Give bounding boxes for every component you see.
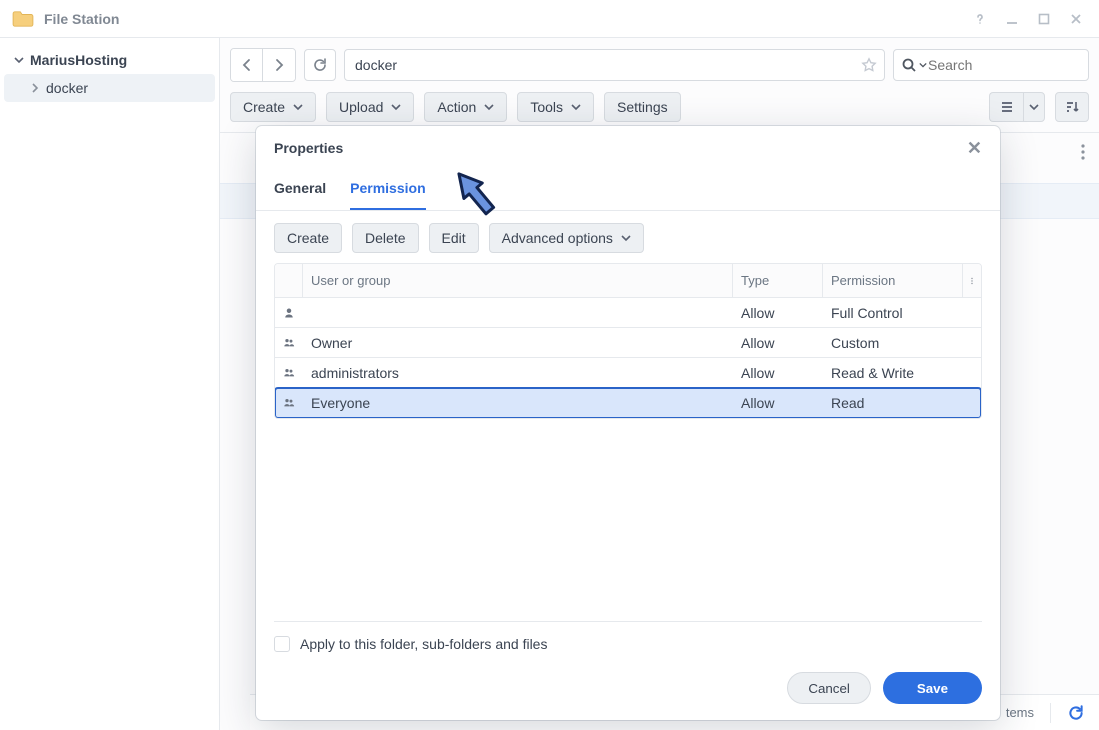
cancel-button[interactable]: Cancel: [787, 672, 871, 704]
perm-edit-button[interactable]: Edit: [429, 223, 479, 253]
col-permission[interactable]: Permission: [823, 264, 963, 297]
permission-table: User or group Type Permission AllowFull …: [274, 263, 982, 419]
dialog-overlay: Properties ✕ General Permission Create D…: [0, 0, 1099, 730]
row-permission: Custom: [823, 335, 963, 351]
tab-permission[interactable]: Permission: [350, 170, 425, 210]
group-icon: [275, 395, 303, 411]
perm-delete-button[interactable]: Delete: [352, 223, 418, 253]
row-user-name: administrators: [303, 365, 733, 381]
row-permission: Read: [823, 395, 963, 411]
permission-table-header: User or group Type Permission: [275, 264, 981, 298]
row-type: Allow: [733, 305, 823, 321]
permission-row[interactable]: OwnerAllowCustom: [275, 328, 981, 358]
group-icon: [275, 365, 303, 381]
perm-advanced-button[interactable]: Advanced options: [489, 223, 644, 253]
row-permission: Full Control: [823, 305, 963, 321]
apply-recursive-checkbox[interactable]: [274, 636, 290, 652]
permission-row[interactable]: EveryoneAllowRead: [275, 388, 981, 418]
col-type[interactable]: Type: [733, 264, 823, 297]
row-type: Allow: [733, 335, 823, 351]
tab-general[interactable]: General: [274, 170, 326, 210]
save-button[interactable]: Save: [883, 672, 982, 704]
user-icon: [275, 305, 303, 321]
row-permission: Read & Write: [823, 365, 963, 381]
properties-dialog: Properties ✕ General Permission Create D…: [256, 126, 1000, 720]
row-user-name: Owner: [303, 335, 733, 351]
dialog-title: Properties: [274, 140, 343, 156]
row-type: Allow: [733, 365, 823, 381]
permission-row[interactable]: administratorsAllowRead & Write: [275, 358, 981, 388]
row-type: Allow: [733, 395, 823, 411]
apply-recursive-label: Apply to this folder, sub-folders and fi…: [300, 636, 547, 652]
row-user-name: Everyone: [303, 395, 733, 411]
group-icon: [275, 335, 303, 351]
dialog-close-button[interactable]: ✕: [967, 138, 982, 159]
permission-row[interactable]: AllowFull Control: [275, 298, 981, 328]
chevron-down-icon: [621, 233, 631, 243]
perm-create-button[interactable]: Create: [274, 223, 342, 253]
col-menu-icon[interactable]: [963, 264, 981, 297]
col-user[interactable]: User or group: [303, 264, 733, 297]
